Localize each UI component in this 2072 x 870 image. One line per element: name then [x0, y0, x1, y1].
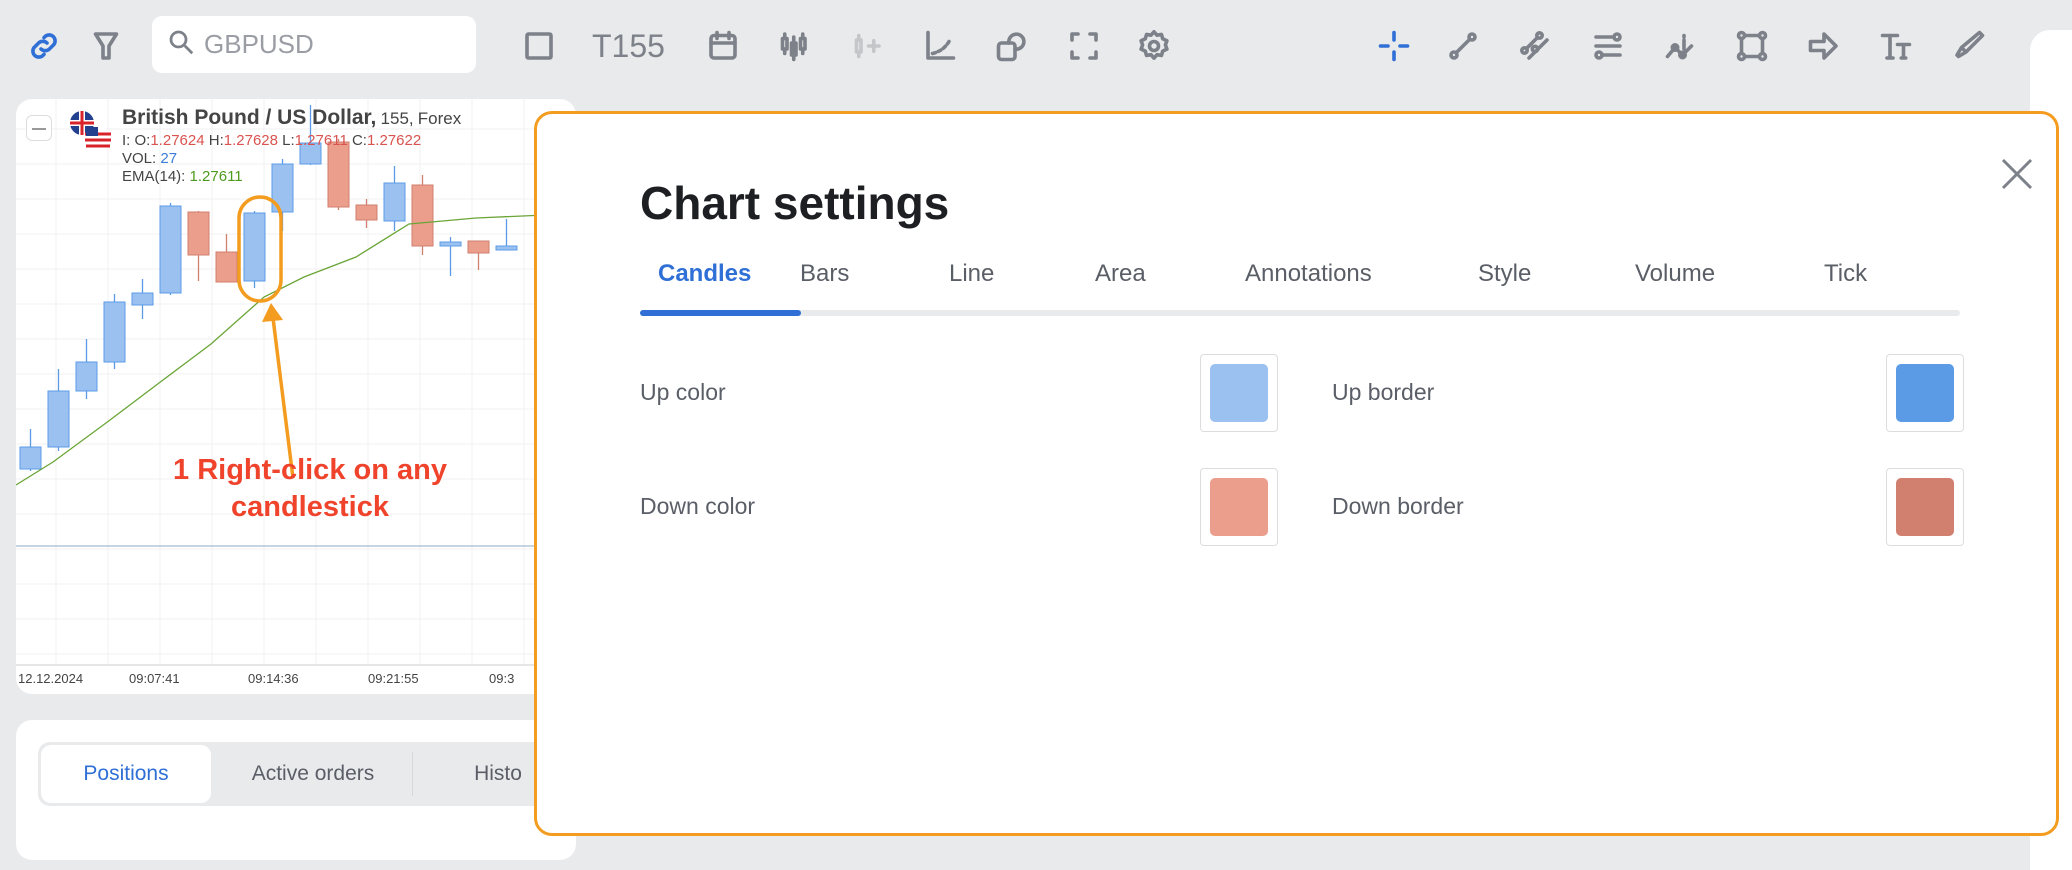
annotation-text: 1 Right-click on any candlestick	[120, 452, 500, 526]
arrow-head	[262, 303, 283, 322]
chart-settings-dialog: Chart settings Candles Bars Line Area An…	[534, 111, 2059, 836]
calendar-icon[interactable]	[703, 26, 743, 66]
tab-volume[interactable]: Volume	[1635, 260, 1715, 288]
tab-positions[interactable]: Positions	[41, 745, 211, 803]
dialog-title: Chart settings	[640, 177, 950, 229]
up-border-swatch[interactable]	[1886, 354, 1964, 432]
close-icon[interactable]	[1997, 154, 2037, 194]
arrow-icon[interactable]	[1804, 26, 1844, 66]
trend-chart-icon[interactable]	[920, 26, 960, 66]
down-border-swatch[interactable]	[1886, 468, 1964, 546]
tab-tick[interactable]: Tick	[1824, 260, 1867, 288]
parallel-lines-icon[interactable]	[1515, 26, 1555, 66]
candlestick-icon[interactable]	[773, 26, 813, 66]
crosshair-icon[interactable]	[1374, 26, 1414, 66]
tab-active-orders[interactable]: Active orders	[218, 745, 408, 803]
annotation-line: 1 Right-click on any	[173, 454, 447, 486]
up-border-label: Up border	[1332, 379, 1435, 405]
rectangle-icon[interactable]	[1732, 26, 1772, 66]
annotation-line: candlestick	[231, 491, 389, 523]
down-border-label: Down border	[1332, 493, 1464, 519]
gear-icon[interactable]	[1134, 26, 1174, 66]
tab-divider	[412, 752, 413, 796]
color-preview	[1210, 478, 1268, 536]
tab-bars[interactable]: Bars	[800, 260, 849, 288]
up-color-swatch[interactable]	[1200, 354, 1278, 432]
text-icon[interactable]	[1876, 26, 1916, 66]
tab-area[interactable]: Area	[1095, 260, 1146, 288]
color-preview	[1896, 364, 1954, 422]
tab-line[interactable]: Line	[949, 260, 994, 288]
brush-icon[interactable]	[1949, 26, 1989, 66]
timeframe-button[interactable]: T155	[592, 26, 665, 66]
info-line-icon[interactable]	[1661, 26, 1701, 66]
highlight-ellipse	[237, 195, 283, 303]
line-tool-icon[interactable]	[1443, 26, 1483, 66]
tab-track	[640, 310, 1960, 316]
color-preview	[1896, 478, 1954, 536]
down-color-label: Down color	[640, 493, 756, 519]
annotation-overlay	[237, 195, 295, 479]
horizontal-lines-icon[interactable]	[1588, 26, 1628, 66]
up-color-label: Up color	[640, 379, 726, 405]
add-indicator-icon[interactable]	[847, 26, 887, 66]
down-color-swatch[interactable]	[1200, 468, 1278, 546]
orders-panel: Positions Active orders Histo	[16, 720, 638, 860]
tab-annotations[interactable]: Annotations	[1245, 260, 1372, 288]
tab-style[interactable]: Style	[1478, 260, 1531, 288]
color-preview	[1210, 364, 1268, 422]
fullscreen-icon[interactable]	[1064, 26, 1104, 66]
shapes-icon[interactable]	[992, 26, 1032, 66]
tab-candles[interactable]: Candles	[658, 260, 751, 288]
active-tab-indicator	[640, 310, 801, 316]
close-button[interactable]	[1997, 154, 2037, 194]
